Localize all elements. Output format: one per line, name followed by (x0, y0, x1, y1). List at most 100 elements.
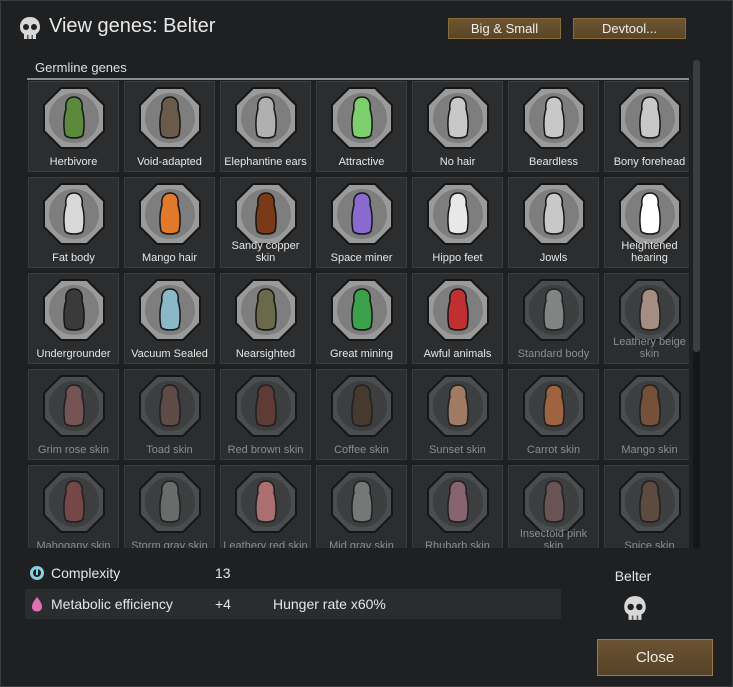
metabolic-label: Metabolic efficiency (51, 596, 173, 612)
metabolism-icon (32, 597, 42, 612)
gene-tile[interactable]: Sunset skin (412, 369, 503, 460)
gene-label: Toad skin (146, 444, 193, 456)
gene-label: Great mining (330, 348, 393, 360)
complexity-icon (30, 566, 44, 580)
gene-tile[interactable]: Nearsighted (220, 273, 311, 364)
gene-label: Heightened hearing (621, 240, 678, 264)
xenotype-name: Belter (614, 568, 652, 584)
big-small-button[interactable]: Big & Small (448, 18, 561, 39)
gene-label: Insectoid pink skin (519, 528, 588, 548)
gene-icon (427, 375, 489, 437)
gene-icon (139, 375, 201, 437)
window-title: View genes: Belter (49, 15, 216, 37)
scrollbar-thumb[interactable] (693, 60, 700, 352)
gene-label: Hippo feet (432, 252, 483, 264)
gene-tile[interactable]: Mango skin (604, 369, 689, 460)
gene-icon (139, 279, 201, 341)
gene-label: Mango hair (141, 252, 198, 264)
gene-tile[interactable]: Leathery red skin (220, 465, 311, 548)
gene-tile[interactable]: Rhubarb skin (412, 465, 503, 548)
gene-icon (235, 471, 297, 533)
gene-label: Beardless (529, 156, 578, 168)
gene-icon (619, 87, 681, 149)
gene-icon (523, 279, 585, 341)
gene-tile[interactable]: Heightened hearing (604, 177, 689, 268)
gene-icon (523, 471, 585, 533)
gene-tile[interactable]: Carrot skin (508, 369, 599, 460)
gene-icon (43, 471, 105, 533)
gene-tile[interactable]: No hair (412, 81, 503, 172)
gene-tile[interactable]: Great mining (316, 273, 407, 364)
gene-label: Sunset skin (429, 444, 486, 456)
gene-tile[interactable]: Herbivore (28, 81, 119, 172)
gene-tile[interactable]: Hippo feet (412, 177, 503, 268)
gene-label: Attractive (338, 156, 385, 168)
gene-list-scrollbar[interactable] (693, 60, 700, 549)
gene-tile[interactable]: Awful animals (412, 273, 503, 364)
gene-label: Void-adapted (137, 156, 202, 168)
gene-label: Nearsighted (235, 348, 296, 360)
gene-label: Awful animals (423, 348, 492, 360)
gene-tile[interactable]: Fat body (28, 177, 119, 268)
gene-grid: Herbivore Void-adapted Elephantine ears Att… (27, 80, 689, 548)
gene-tile[interactable]: Storm gray skin (124, 465, 215, 548)
gene-tile[interactable]: Sandy copper skin (220, 177, 311, 268)
gene-label: Herbivore (49, 156, 98, 168)
gene-icon (139, 471, 201, 533)
gene-icon (235, 183, 297, 245)
gene-tile[interactable]: Mango hair (124, 177, 215, 268)
gene-label: Storm gray skin (131, 540, 208, 548)
gene-label: Grim rose skin (38, 444, 109, 456)
gene-tile[interactable]: Jowls (508, 177, 599, 268)
complexity-label: Complexity (51, 565, 121, 581)
gene-icon (427, 183, 489, 245)
gene-icon (619, 183, 681, 245)
gene-tile[interactable]: Elephantine ears (220, 81, 311, 172)
gene-icon (331, 87, 393, 149)
gene-tile[interactable]: Void-adapted (124, 81, 215, 172)
gene-label: Standard body (517, 348, 590, 360)
gene-tile[interactable]: Red brown skin (220, 369, 311, 460)
devtool-button[interactable]: Devtool... (573, 18, 686, 39)
gene-label: Rhubarb skin (425, 540, 490, 548)
gene-icon (619, 375, 681, 437)
gene-icon (235, 87, 297, 149)
gene-icon (139, 87, 201, 149)
gene-tile[interactable]: Spice skin (604, 465, 689, 548)
xenotype-skull-icon (624, 596, 646, 620)
gene-tile[interactable]: Undergrounder (28, 273, 119, 364)
gene-icon (427, 279, 489, 341)
gene-label: Fat body (52, 252, 95, 264)
gene-icon (43, 87, 105, 149)
gene-tile[interactable]: Mid gray skin (316, 465, 407, 548)
gene-icon (331, 183, 393, 245)
gene-tile[interactable]: Beardless (508, 81, 599, 172)
gene-label: Sandy copper skin (231, 240, 300, 264)
gene-label: Bony forehead (613, 156, 686, 168)
gene-icon (427, 87, 489, 149)
metabolic-value: +4 (215, 596, 231, 612)
gene-icon (139, 183, 201, 245)
gene-tile[interactable]: Leathery beige skin (604, 273, 689, 364)
gene-label: Mango skin (621, 444, 678, 456)
gene-label: Leathery red skin (223, 540, 308, 548)
gene-tile[interactable]: Insectoid pink skin (508, 465, 599, 548)
gene-viewer-window: View genes: Belter Big & Small Devtool..… (0, 0, 733, 687)
gene-tile[interactable]: Toad skin (124, 369, 215, 460)
gene-label: Undergrounder (36, 348, 111, 360)
gene-tile[interactable]: Coffee skin (316, 369, 407, 460)
gene-tile[interactable]: Standard body (508, 273, 599, 364)
complexity-row: Complexity 13 (25, 558, 561, 588)
gene-label: Mid gray skin (329, 540, 394, 548)
gene-icon (43, 375, 105, 437)
gene-tile[interactable]: Mahogany skin (28, 465, 119, 548)
gene-tile[interactable]: Grim rose skin (28, 369, 119, 460)
gene-tile[interactable]: Space miner (316, 177, 407, 268)
gene-tile[interactable]: Attractive (316, 81, 407, 172)
gene-tile[interactable]: Bony forehead (604, 81, 689, 172)
gene-label: Red brown skin (227, 444, 304, 456)
gene-tile[interactable]: Vacuum Sealed (124, 273, 215, 364)
close-button[interactable]: Close (597, 639, 713, 676)
complexity-value: 13 (215, 565, 231, 581)
gene-icon (523, 375, 585, 437)
